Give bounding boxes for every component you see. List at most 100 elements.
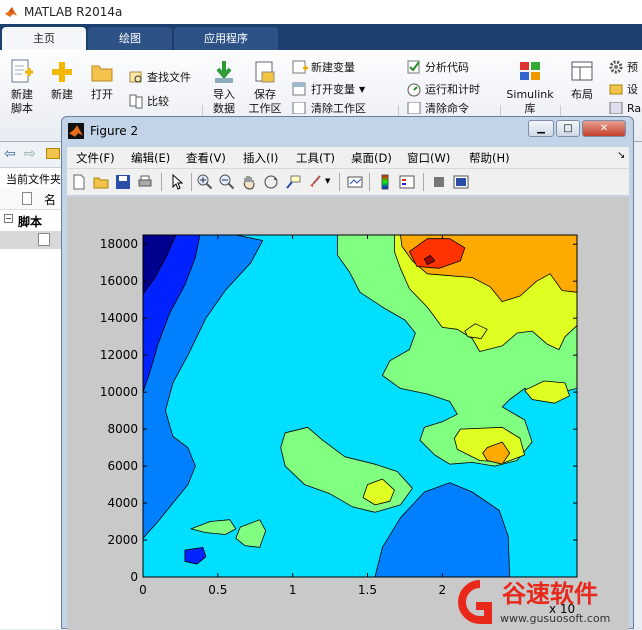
compare-icon — [129, 94, 143, 109]
watermark-url: www.gusuosoft.com — [500, 612, 610, 625]
hide-plot-tools-icon[interactable] — [431, 174, 447, 190]
clear-commands-icon — [407, 102, 421, 114]
menu-tools[interactable]: 工具(T) — [296, 150, 335, 166]
pointer-icon[interactable] — [169, 174, 185, 190]
y-tick-label: 6000 — [107, 459, 138, 473]
preferences-label: 预 — [627, 61, 638, 74]
y-tick-label: 12000 — [100, 348, 138, 362]
open-file-icon[interactable] — [93, 174, 109, 190]
parallel-icon — [609, 102, 623, 114]
set-path-icon — [609, 84, 623, 95]
run-and-time-label: 运行和计时 — [425, 83, 480, 96]
y-tick-label: 18000 — [100, 237, 138, 251]
parallel-label: Ra — [627, 102, 642, 114]
tab-home[interactable]: 主页 — [2, 27, 86, 50]
figure-canvas: 0 2000 4000 6000 8000 10000 12000 14000 16000 180… — [67, 197, 629, 630]
pan-hand-icon[interactable] — [241, 174, 257, 190]
show-plot-tools-icon[interactable] — [453, 174, 469, 190]
colorbar-icon[interactable] — [377, 174, 393, 190]
tab-plots[interactable]: 绘图 — [88, 27, 172, 50]
find-files-button[interactable]: 查找文件 — [128, 68, 191, 86]
menu-edit[interactable]: 编辑(E) — [131, 150, 170, 166]
y-tick-label: 16000 — [100, 274, 138, 288]
address-bar: ⇦ ⇨ — [0, 142, 64, 168]
save-workspace-button[interactable]: 保存 工作区 — [246, 58, 284, 116]
import-data-label: 导入 数据 — [213, 88, 235, 115]
parallel-button[interactable]: Ra — [608, 102, 641, 114]
watermark-brand: 谷速软件 — [502, 580, 598, 608]
current-folder-title: 当前文件夹 — [6, 173, 61, 186]
zoom-in-icon[interactable] — [197, 174, 213, 190]
menu-help[interactable]: 帮助(H) — [469, 150, 510, 166]
matlab-logo-icon — [5, 7, 17, 17]
new-variable-icon — [292, 60, 308, 74]
collapse-icon[interactable]: − — [4, 214, 13, 223]
import-arrow-icon — [215, 61, 233, 83]
clear-workspace-button[interactable]: 清除工作区 — [292, 102, 366, 114]
menu-desktop[interactable]: 桌面(D) — [351, 150, 392, 166]
compare-button[interactable]: 比较 — [128, 92, 169, 110]
rotate-3d-icon[interactable] — [263, 174, 279, 190]
link-plot-icon[interactable] — [347, 174, 363, 190]
open-button[interactable]: 打开 — [84, 58, 120, 102]
analyze-code-icon — [407, 60, 420, 74]
maximize-button[interactable]: □ — [556, 120, 580, 137]
tab-apps[interactable]: 应用程序 — [174, 27, 278, 50]
figure-title: Figure 2 — [90, 124, 139, 138]
chevron-down-icon[interactable]: ▼ — [325, 177, 330, 185]
new-script-label: 新建 脚本 — [11, 88, 33, 115]
brush-icon[interactable] — [307, 174, 323, 190]
minimize-button[interactable]: ▁ — [528, 120, 554, 137]
menu-insert[interactable]: 插入(I) — [243, 150, 278, 166]
menu-view[interactable]: 查看(V) — [186, 150, 226, 166]
new-variable-label: 新建变量 — [311, 61, 355, 74]
legend-icon[interactable] — [399, 174, 415, 190]
set-path-button[interactable]: 设 — [608, 80, 638, 98]
clear-workspace-label: 清除工作区 — [311, 102, 366, 114]
menu-window[interactable]: 窗口(W) — [407, 150, 450, 166]
find-files-icon — [129, 71, 142, 83]
analyze-code-button[interactable]: 分析代码 — [406, 58, 469, 76]
analyze-code-label: 分析代码 — [425, 61, 469, 74]
new-button[interactable]: 新建 — [44, 58, 80, 102]
toolbar-divider — [369, 173, 370, 191]
menu-file[interactable]: 文件(F) — [76, 150, 115, 166]
file-list-header: 名 — [0, 188, 64, 210]
open-label: 打开 — [91, 88, 113, 101]
dock-arrow-icon[interactable]: ↘ — [617, 150, 625, 161]
list-item[interactable] — [0, 231, 64, 249]
zoom-out-icon[interactable] — [219, 174, 235, 190]
toolbar-divider — [161, 173, 162, 191]
clear-workspace-icon — [292, 102, 306, 114]
new-figure-icon[interactable] — [71, 174, 87, 190]
name-column-header[interactable]: 名 — [44, 191, 56, 208]
print-icon[interactable] — [137, 174, 153, 190]
y-tick-label: 14000 — [100, 311, 138, 325]
new-variable-button[interactable]: 新建变量 — [292, 58, 355, 76]
import-data-button[interactable]: 导入 数据 — [206, 58, 242, 116]
layout-button[interactable]: 布局 — [564, 58, 600, 102]
gear-icon — [609, 60, 623, 74]
folder-icon[interactable] — [46, 148, 60, 159]
contour-plot[interactable]: 0 2000 4000 6000 8000 10000 12000 14000 16000 180… — [67, 197, 629, 630]
new-script-button[interactable]: 新建 脚本 — [4, 58, 40, 116]
open-variable-button[interactable]: 打开变量 ▼ — [292, 80, 365, 98]
clear-commands-button[interactable]: 清除命令 — [406, 102, 469, 114]
preferences-button[interactable]: 预 — [608, 58, 638, 76]
run-and-time-button[interactable]: 运行和计时 — [406, 80, 480, 98]
close-button[interactable]: ✕ — [582, 120, 626, 137]
simulink-label: Simulink 库 — [506, 88, 554, 115]
data-cursor-icon[interactable] — [285, 174, 301, 190]
x-tick-label: 1 — [289, 583, 297, 597]
back-arrow-icon[interactable]: ⇦ — [4, 146, 16, 162]
file-icon — [22, 192, 32, 205]
maximize-icon: □ — [563, 123, 573, 134]
toolbar-divider — [339, 173, 340, 191]
figure-menubar: 文件(F) 编辑(E) 查看(V) 插入(I) 工具(T) 桌面(D) 窗口(W… — [67, 147, 629, 169]
scripts-group-row[interactable]: − 脚本 — [0, 212, 64, 230]
set-path-label: 设 — [627, 83, 638, 96]
forward-arrow-icon[interactable]: ⇨ — [24, 146, 36, 162]
save-icon[interactable] — [115, 174, 131, 190]
simulink-library-button[interactable]: Simulink 库 — [504, 58, 556, 116]
y-tick-label: 0 — [130, 570, 138, 584]
